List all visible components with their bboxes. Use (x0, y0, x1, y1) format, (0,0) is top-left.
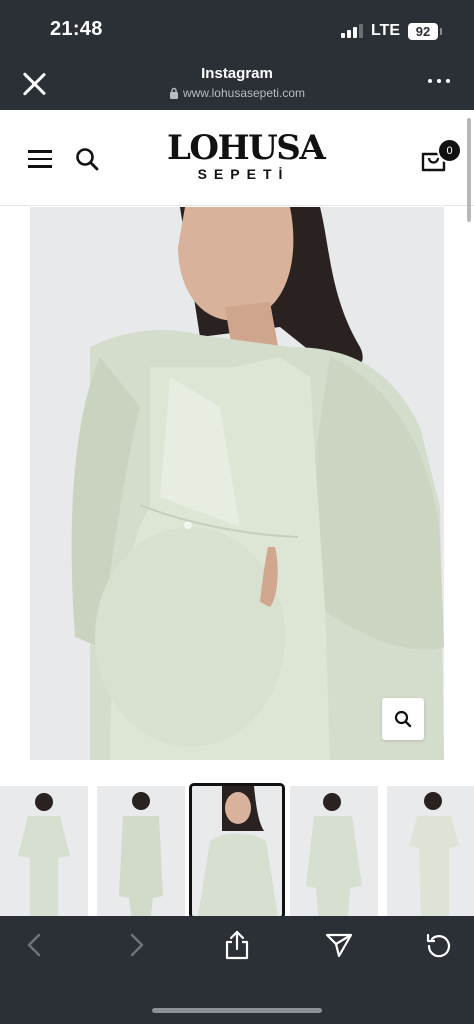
reload-button[interactable] (424, 930, 454, 960)
network-type: LTE (370, 22, 400, 39)
chevron-right-icon (130, 933, 144, 957)
thumbnail-strip (0, 783, 474, 919)
site-logo[interactable]: LOHUSA SEPETİ (167, 128, 326, 182)
zoom-icon (394, 710, 412, 728)
thumbnail-4[interactable] (290, 786, 378, 916)
url-text: www.lohusasepeti.com (182, 86, 306, 100)
send-icon (325, 933, 353, 958)
status-time: 21:48 (50, 18, 103, 40)
hamburger-menu-icon[interactable] (28, 150, 52, 168)
thumbnail-2[interactable] (97, 786, 185, 916)
share-button[interactable] (222, 930, 252, 960)
signal-icon (340, 24, 363, 38)
site-header: LOHUSA SEPETİ (0, 110, 474, 206)
logo-main-text: LOHUSA (167, 128, 326, 168)
cart-count-badge: 0 (437, 138, 462, 163)
product-main-image[interactable] (30, 207, 444, 760)
page-scrollbar[interactable] (467, 118, 471, 222)
search-icon[interactable] (74, 146, 100, 172)
reload-icon (426, 933, 451, 958)
back-button[interactable] (19, 930, 49, 960)
zoom-button[interactable] (382, 698, 424, 740)
chevron-left-icon (27, 933, 41, 957)
logo-sub-text: SEPETİ (197, 166, 290, 182)
share-icon (225, 930, 249, 960)
browser-url-bar[interactable]: www.lohusasepeti.com (0, 86, 474, 100)
status-indicators: LTE 92 (340, 21, 442, 41)
battery-level: 92 (415, 23, 431, 39)
thumbnail-3[interactable] (189, 783, 285, 919)
lock-icon (169, 87, 178, 99)
home-indicator[interactable] (152, 1008, 322, 1013)
browser-top-bar: 21:48 LTE 92 Instagram www.lohusasepeti.… (0, 0, 474, 110)
send-button[interactable] (324, 930, 354, 960)
battery-icon: 92 (408, 22, 442, 40)
thumbnail-1[interactable] (0, 786, 88, 916)
forward-button[interactable] (122, 930, 152, 960)
more-icon[interactable] (428, 79, 450, 83)
browser-title: Instagram (201, 65, 273, 82)
thumbnail-5[interactable] (387, 786, 474, 916)
